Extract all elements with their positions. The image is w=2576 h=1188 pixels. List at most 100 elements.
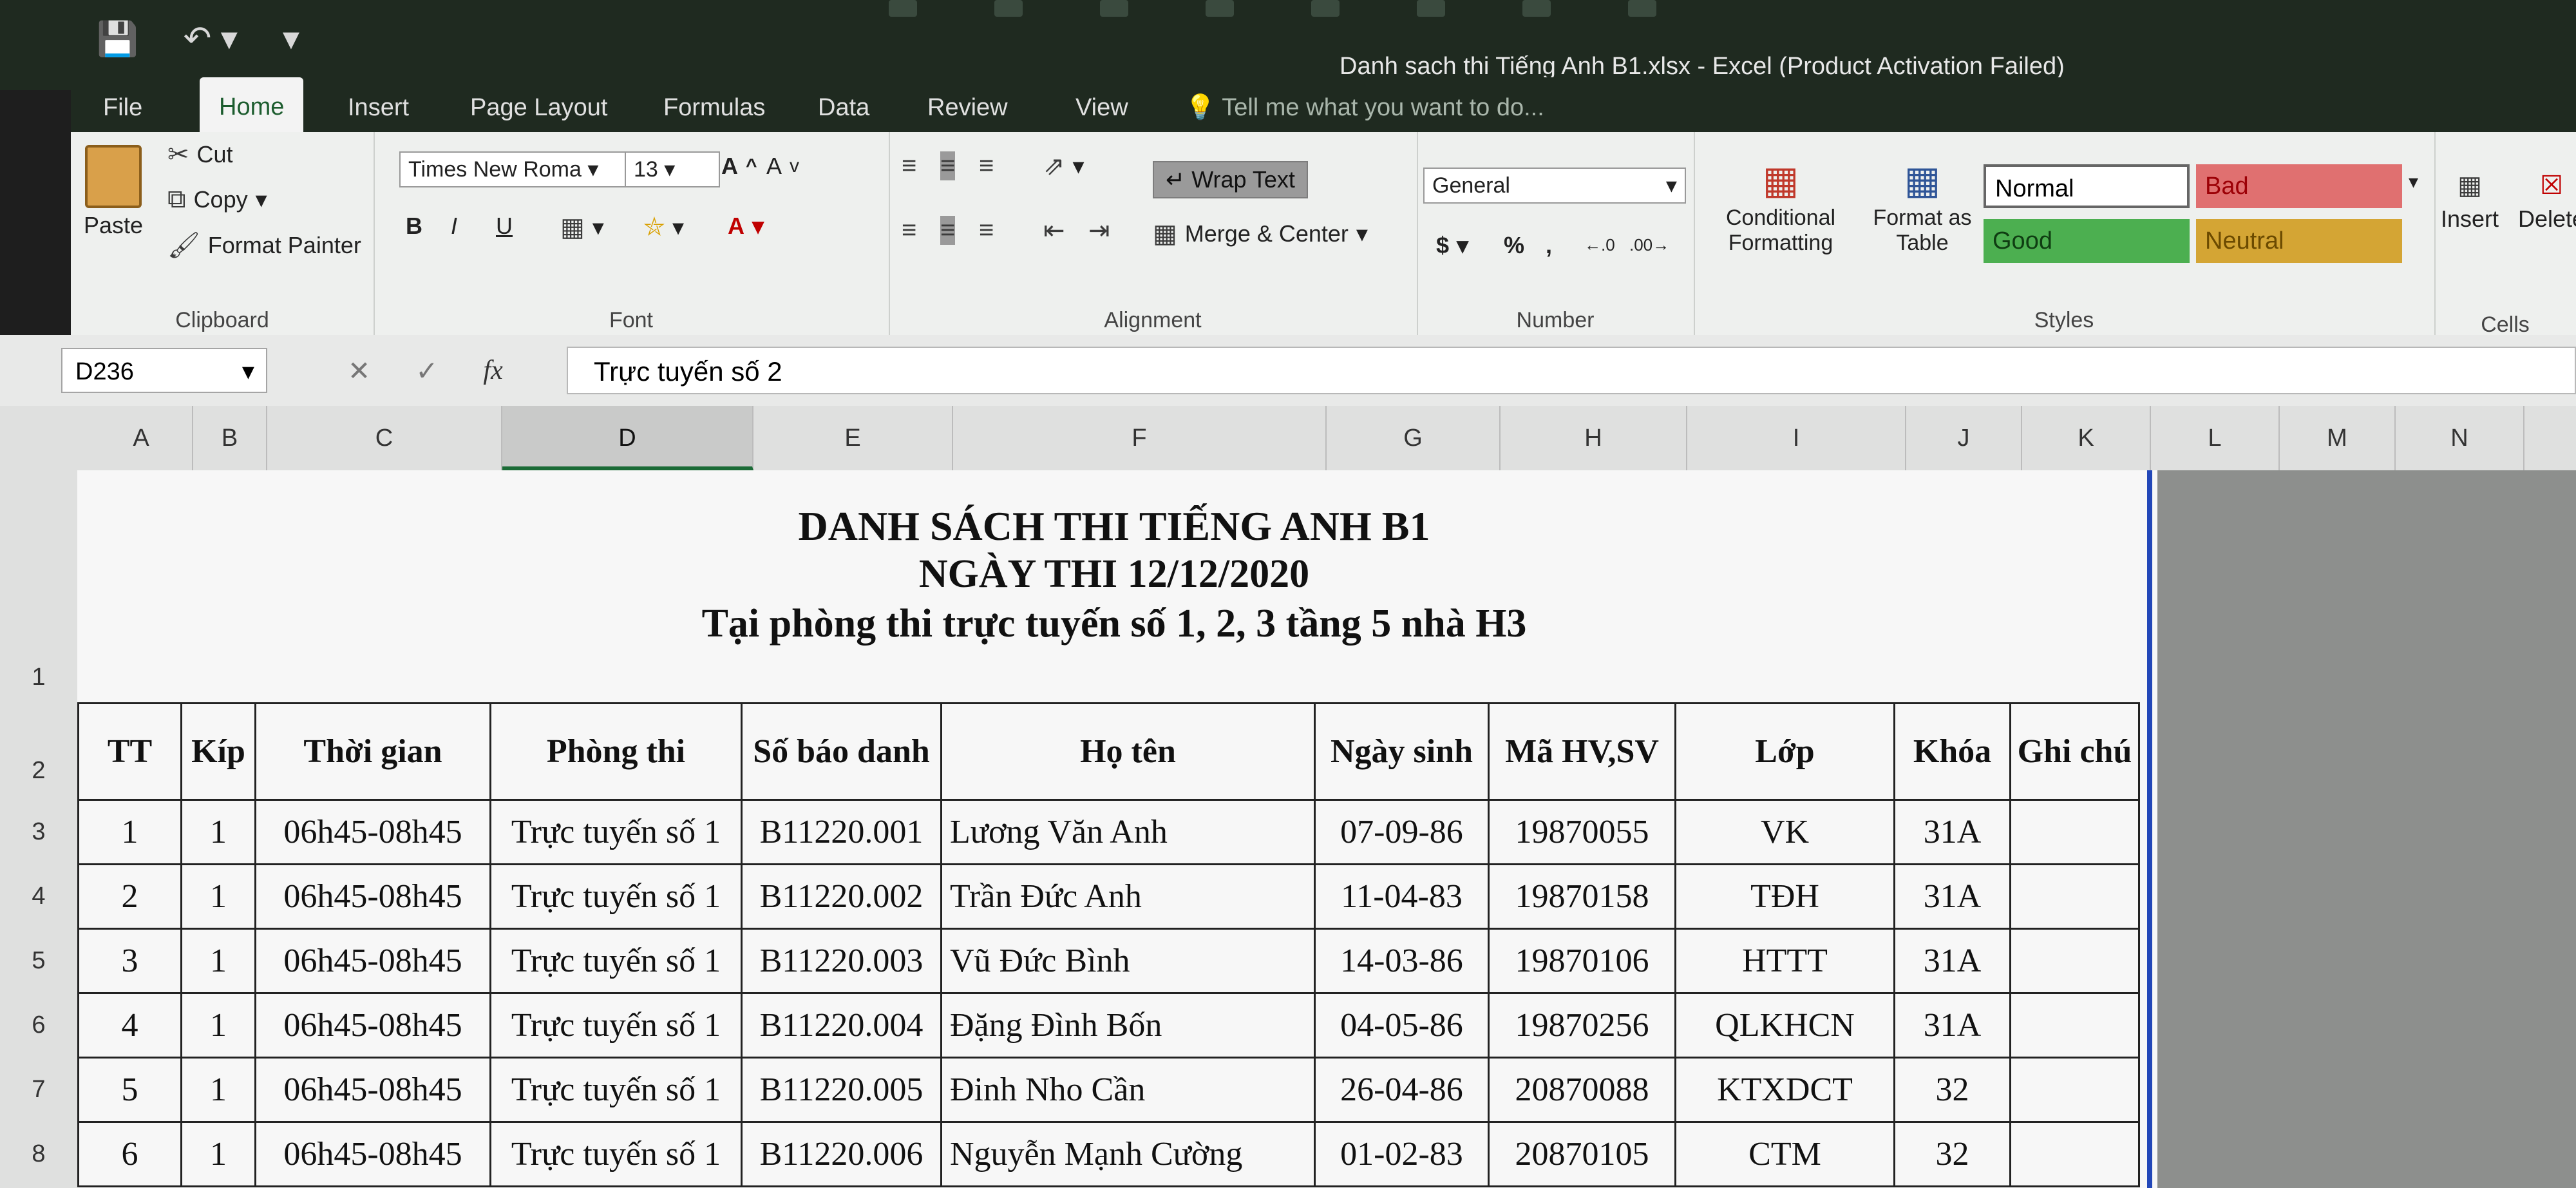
number-format-select[interactable]: General ▾: [1423, 168, 1686, 204]
cell-class[interactable]: VK: [1674, 799, 1895, 865]
header-cell-candidate-number[interactable]: Số báo danh: [741, 702, 942, 801]
cell-kip[interactable]: 1: [180, 863, 256, 930]
cell-note[interactable]: [2009, 863, 2140, 930]
bold-button[interactable]: B: [406, 213, 422, 240]
cell-note[interactable]: [2009, 1057, 2140, 1123]
column-header-j[interactable]: J: [1906, 406, 2022, 470]
enter-icon[interactable]: ✓: [415, 355, 438, 387]
styles-more-button[interactable]: ▾: [2409, 171, 2418, 193]
cell-time[interactable]: 06h45-08h45: [254, 1057, 491, 1123]
column-header-g[interactable]: G: [1327, 406, 1501, 470]
cell-cohort[interactable]: 31A: [1893, 863, 2011, 930]
row-header[interactable]: 2: [0, 757, 77, 785]
undo-icon[interactable]: ↶ ▾: [184, 19, 238, 58]
cell-birth-date[interactable]: 11-04-83: [1314, 863, 1490, 930]
cell-time[interactable]: 06h45-08h45: [254, 799, 491, 865]
header-cell-birth-date[interactable]: Ngày sinh: [1314, 702, 1490, 801]
increase-indent-button[interactable]: ⇥: [1088, 216, 1110, 245]
cell-candidate-number[interactable]: B11220.002: [741, 863, 942, 930]
cell-kip[interactable]: 1: [180, 992, 256, 1059]
cell-student-id[interactable]: 19870256: [1488, 992, 1676, 1059]
app-icon[interactable]: [1206, 0, 1234, 17]
cell-full-name[interactable]: Đặng Đình Bốn: [940, 992, 1316, 1059]
column-header-d[interactable]: D: [502, 406, 753, 470]
font-size-select[interactable]: 13 ▾: [625, 151, 720, 187]
app-icon[interactable]: [1522, 0, 1551, 17]
cell-birth-date[interactable]: 01-02-83: [1314, 1121, 1490, 1187]
style-good[interactable]: Good: [1984, 219, 2190, 263]
app-icon[interactable]: [1311, 0, 1340, 17]
cell-birth-date[interactable]: 07-09-86: [1314, 799, 1490, 865]
row-header[interactable]: 6: [0, 1011, 77, 1039]
cell-full-name[interactable]: Trần Đức Anh: [940, 863, 1316, 930]
app-icon[interactable]: [1100, 0, 1128, 17]
cell-class[interactable]: TĐH: [1674, 863, 1895, 930]
cut-button[interactable]: ✂ Cut: [167, 140, 233, 169]
underline-button[interactable]: U: [496, 213, 513, 240]
align-right-button[interactable]: ≡: [979, 216, 994, 245]
cell-candidate-number[interactable]: B11220.006: [741, 1121, 942, 1187]
conditional-formatting-button[interactable]: ▦ Conditional Formatting: [1707, 158, 1855, 256]
header-cell-student-id[interactable]: Mã HV,SV: [1488, 702, 1676, 801]
sheet-location[interactable]: Tại phòng thi trực tuyến số 1, 2, 3 tầng…: [77, 601, 2151, 647]
column-header-i[interactable]: I: [1687, 406, 1906, 470]
cell-kip[interactable]: 1: [180, 799, 256, 865]
merge-center-button[interactable]: ▦ Merge & Center ▾: [1153, 219, 1368, 249]
cell-tt[interactable]: 1: [77, 799, 182, 865]
app-icon[interactable]: [1628, 0, 1656, 17]
cell-birth-date[interactable]: 26-04-86: [1314, 1057, 1490, 1123]
shrink-font-button[interactable]: Av: [766, 153, 799, 180]
fill-color-button[interactable]: ⛦ ▾: [644, 213, 684, 242]
tab-file[interactable]: File: [84, 85, 162, 130]
cell-tt[interactable]: 4: [77, 992, 182, 1059]
percent-button[interactable]: %: [1504, 232, 1524, 259]
style-neutral[interactable]: Neutral: [2196, 219, 2402, 263]
decrease-decimal-button[interactable]: .00→: [1629, 235, 1669, 255]
middle-align-button[interactable]: ≡: [940, 151, 956, 180]
cell-candidate-number[interactable]: B11220.001: [741, 799, 942, 865]
font-color-button[interactable]: A ▾: [728, 213, 764, 240]
column-header-n[interactable]: N: [2396, 406, 2524, 470]
cell-birth-date[interactable]: 04-05-86: [1314, 992, 1490, 1059]
header-cell-tt[interactable]: TT: [77, 702, 182, 801]
column-header-a[interactable]: A: [90, 406, 193, 470]
delete-cells-button[interactable]: ☒ Delete: [2518, 171, 2576, 233]
grow-font-button[interactable]: A ^: [721, 153, 757, 180]
cell-kip[interactable]: 1: [180, 1057, 256, 1123]
top-align-button[interactable]: ≡: [902, 151, 916, 180]
cell-candidate-number[interactable]: B11220.004: [741, 992, 942, 1059]
tell-me-box[interactable]: 💡 Tell me what you want to do...: [1166, 85, 1564, 130]
cell-kip[interactable]: 1: [180, 1121, 256, 1187]
decrease-indent-button[interactable]: ⇤: [1043, 216, 1065, 245]
cell-time[interactable]: 06h45-08h45: [254, 928, 491, 994]
row-header[interactable]: 5: [0, 947, 77, 975]
tab-page-layout[interactable]: Page Layout: [451, 85, 627, 130]
row-header[interactable]: 7: [0, 1076, 77, 1104]
insert-cells-button[interactable]: ▦ Insert: [2441, 171, 2499, 233]
row-header[interactable]: 8: [0, 1140, 77, 1168]
cell-room[interactable]: Trực tuyến số 1: [489, 928, 743, 994]
cell-cohort[interactable]: 31A: [1893, 992, 2011, 1059]
header-cell-class[interactable]: Lớp: [1674, 702, 1895, 801]
tab-insert[interactable]: Insert: [328, 85, 428, 130]
increase-decimal-button[interactable]: ←.0: [1584, 235, 1615, 255]
header-cell-kip[interactable]: Kíp: [180, 702, 256, 801]
comma-button[interactable]: ,: [1546, 232, 1552, 259]
cell-student-id[interactable]: 20870088: [1488, 1057, 1676, 1123]
align-left-button[interactable]: ≡: [902, 216, 916, 245]
formula-input[interactable]: Trực tuyến số 2: [567, 347, 2576, 394]
font-name-select[interactable]: Times New Roma ▾: [399, 151, 630, 187]
cell-class[interactable]: KTXDCT: [1674, 1057, 1895, 1123]
bottom-align-button[interactable]: ≡: [979, 151, 994, 180]
column-header-e[interactable]: E: [753, 406, 953, 470]
tab-view[interactable]: View: [1056, 85, 1148, 130]
tab-home[interactable]: Home: [200, 77, 304, 137]
cell-note[interactable]: [2009, 992, 2140, 1059]
wrap-text-button[interactable]: ↵ Wrap Text: [1153, 161, 1308, 198]
cell-tt[interactable]: 2: [77, 863, 182, 930]
app-icon[interactable]: [994, 0, 1023, 17]
row-header[interactable]: 4: [0, 883, 77, 910]
currency-button[interactable]: $ ▾: [1436, 232, 1468, 259]
cell-full-name[interactable]: Lương Văn Anh: [940, 799, 1316, 865]
cancel-icon[interactable]: ✕: [348, 355, 370, 387]
